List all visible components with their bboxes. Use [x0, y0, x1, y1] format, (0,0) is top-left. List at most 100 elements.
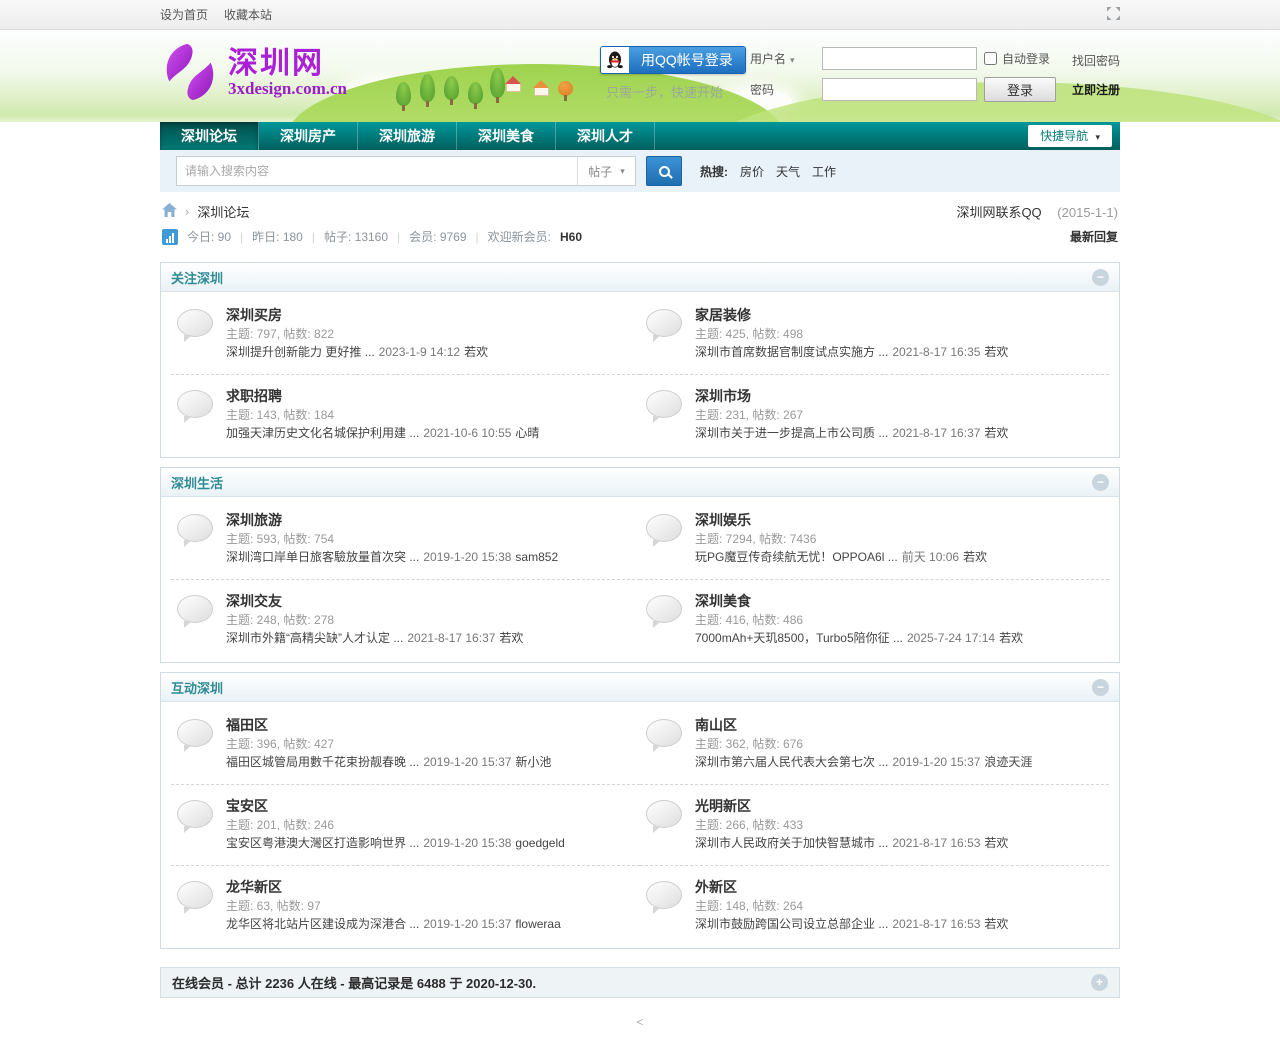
search-button[interactable] — [646, 156, 682, 186]
login-button[interactable]: 登录 — [984, 77, 1056, 102]
chevron-down-icon[interactable]: ▾ — [790, 48, 795, 72]
lastpost-link[interactable]: 深圳市关于进一步提高上市公司质 ... — [695, 426, 888, 440]
forum-link[interactable]: 深圳美食 — [695, 592, 751, 611]
breadcrumb-current[interactable]: 深圳论坛 — [197, 202, 249, 221]
set-home-link[interactable]: 设为首页 — [160, 6, 208, 23]
category-title[interactable]: 互动深圳 — [171, 678, 223, 697]
lastpost-user[interactable]: 若欢 — [999, 631, 1023, 645]
chevron-down-icon: ▾ — [620, 166, 625, 177]
forum-lastpost: 宝安区粤港澳大灣区打造影响世界 ... 2019-1-20 15:38 goedge… — [226, 834, 565, 853]
hot-link-house-price[interactable]: 房价 — [740, 163, 764, 180]
quick-nav-label: 快捷导航 — [1040, 129, 1088, 143]
lastpost-user[interactable]: 若欢 — [464, 345, 488, 359]
lastpost-user[interactable]: 新小池 — [515, 755, 551, 769]
lastpost-link[interactable]: 深圳市鼓励跨国公司设立总部企业 ... — [695, 917, 888, 931]
breadcrumb-separator: › — [185, 204, 189, 219]
fullscreen-icon[interactable] — [1107, 7, 1120, 23]
forum-link[interactable]: 深圳旅游 — [226, 511, 282, 530]
collapse-icon[interactable]: − — [1092, 474, 1109, 491]
lastpost-user[interactable]: 浪迹天涯 — [984, 755, 1032, 769]
qq-login-button[interactable]: 用QQ帐号登录 — [600, 46, 746, 74]
lastpost-link[interactable]: 深圳市第六届人民代表大会第七次 ... — [695, 755, 888, 769]
lastpost-date: 2019-1-20 15:38 — [423, 836, 511, 850]
forum-link[interactable]: 宝安区 — [226, 797, 268, 816]
auto-login-checkbox[interactable] — [984, 52, 997, 65]
forum-link[interactable]: 外新区 — [695, 878, 737, 897]
lastpost-link[interactable]: 宝安区粤港澳大灣区打造影响世界 ... — [226, 836, 419, 850]
forum-link[interactable]: 深圳市场 — [695, 387, 751, 406]
lastpost-date: 2021-8-17 16:37 — [892, 426, 980, 440]
forum-item: 深圳美食 主题: 416, 帖数: 486 7000mAh+天玑8500，Tur… — [640, 580, 1109, 660]
forum-lastpost: 深圳提升创新能力 更好推 ...2023-1-9 14:12若欢 — [226, 343, 488, 362]
forum-bubble-icon — [646, 719, 682, 747]
expand-icon[interactable]: + — [1091, 974, 1108, 991]
stat-welcome-user[interactable]: H60 — [560, 230, 582, 244]
category-title[interactable]: 深圳生活 — [171, 473, 223, 492]
lastpost-user[interactable]: 若欢 — [984, 836, 1008, 850]
forum-item: 外新区 主题: 148, 帖数: 264 深圳市鼓励跨国公司设立总部企业 ...… — [640, 866, 1109, 946]
main-navbar: 深圳论坛 深圳房产 深圳旅游 深圳美食 深圳人才 快捷导航 ▾ — [160, 122, 1120, 150]
lastpost-user[interactable]: 若欢 — [499, 631, 523, 645]
forum-link[interactable]: 深圳买房 — [226, 306, 282, 325]
forum-link[interactable]: 深圳交友 — [226, 592, 282, 611]
search-type-select[interactable]: 帖子 ▾ — [577, 157, 635, 185]
lastpost-user[interactable]: 若欢 — [984, 345, 1008, 359]
lastpost-link[interactable]: 龙华区将北站片区建设成为深港合 ... — [226, 917, 419, 931]
home-icon[interactable] — [162, 203, 177, 220]
category-block: 关注深圳 − 深圳买房 主题: 797, 帖数: 822 深圳提升创新能力 更好… — [160, 262, 1120, 458]
lastpost-user[interactable]: 若欢 — [984, 917, 1008, 931]
lastpost-user[interactable]: goedgeld — [515, 836, 564, 850]
forum-link[interactable]: 龙华新区 — [226, 878, 282, 897]
forum-link[interactable]: 求职招聘 — [226, 387, 282, 406]
forum-link[interactable]: 福田区 — [226, 716, 268, 735]
contact-qq-link[interactable]: 深圳网联系QQ — [956, 205, 1041, 220]
lastpost-link[interactable]: 深圳市首席数据官制度试点实施方 ... — [695, 345, 888, 359]
forum-item: 深圳交友 主题: 248, 帖数: 278 深圳市外籍“高精尖缺”人才认定 ..… — [171, 580, 640, 660]
lastpost-link[interactable]: 7000mAh+天玑8500，Turbo5陪你征 ... — [695, 631, 903, 645]
forum-stats: 主题: 425, 帖数: 498 — [695, 325, 1008, 343]
register-link[interactable]: 立即注册 — [1072, 81, 1120, 98]
lastpost-link[interactable]: 加强天津历史文化名城保护利用建 ... — [226, 426, 419, 440]
forum-bubble-icon — [177, 595, 213, 623]
collapse-icon[interactable]: − — [1092, 269, 1109, 286]
lastpost-link[interactable]: 深圳湾口岸单日旅客驗放量首次突 ... — [226, 550, 419, 564]
forum-lastpost: 龙华区将北站片区建设成为深港合 ... 2019-1-20 15:37 flower… — [226, 915, 561, 934]
nav-tab-house[interactable]: 深圳房产 — [259, 122, 358, 150]
hot-link-job[interactable]: 工作 — [812, 163, 836, 180]
lastpost-user[interactable]: 若欢 — [984, 426, 1008, 440]
find-password-link[interactable]: 找回密码 — [1072, 52, 1120, 69]
lastpost-link[interactable]: 深圳市外籍“高精尖缺”人才认定 ... — [226, 631, 403, 645]
forum-link[interactable]: 深圳娱乐 — [695, 511, 751, 530]
forum-bubble-icon — [177, 881, 213, 909]
forum-link[interactable]: 光明新区 — [695, 797, 751, 816]
forum-bubble-icon — [177, 309, 213, 337]
lastpost-user[interactable]: sam852 — [515, 550, 558, 564]
nav-tab-travel[interactable]: 深圳旅游 — [358, 122, 457, 150]
lastpost-user[interactable]: 若欢 — [963, 550, 987, 564]
footer-back-link[interactable]: < — [636, 1015, 643, 1029]
collapse-icon[interactable]: − — [1092, 679, 1109, 696]
quick-nav-button[interactable]: 快捷导航 ▾ — [1028, 125, 1112, 147]
search-input[interactable] — [177, 157, 577, 185]
site-logo[interactable]: 深圳网 3xdesign.com.cn — [160, 42, 347, 105]
nav-tab-food[interactable]: 深圳美食 — [457, 122, 556, 150]
lastpost-user[interactable]: 心晴 — [515, 426, 539, 440]
lastpost-date: 2019-1-20 15:37 — [892, 755, 980, 769]
lastpost-link[interactable]: 福田区城管局用數千花束扮靓春晚 ... — [226, 755, 419, 769]
nav-tab-talent[interactable]: 深圳人才 — [556, 122, 655, 150]
lastpost-date: 2019-1-20 15:37 — [423, 917, 511, 931]
username-field[interactable] — [822, 47, 977, 70]
hot-link-weather[interactable]: 天气 — [776, 163, 800, 180]
lastpost-link[interactable]: 深圳提升创新能力 更好推 ... — [226, 345, 375, 359]
lastpost-link[interactable]: 玩PG魔豆传奇续航无忧！OPPOA6l ... — [695, 550, 898, 564]
forum-link[interactable]: 南山区 — [695, 716, 737, 735]
lastpost-user[interactable]: floweraa — [515, 917, 560, 931]
nav-tab-forum[interactable]: 深圳论坛 — [160, 122, 259, 150]
lastpost-link[interactable]: 深圳市人民政府关于加快智慧城市 ... — [695, 836, 888, 850]
bookmark-link[interactable]: 收藏本站 — [224, 6, 272, 23]
forum-link[interactable]: 家居装修 — [695, 306, 751, 325]
password-field[interactable] — [822, 78, 977, 101]
latest-replies-link[interactable]: 最新回复 — [1070, 228, 1118, 245]
forum-stats: 主题: 416, 帖数: 486 — [695, 611, 1023, 629]
category-title[interactable]: 关注深圳 — [171, 268, 223, 287]
